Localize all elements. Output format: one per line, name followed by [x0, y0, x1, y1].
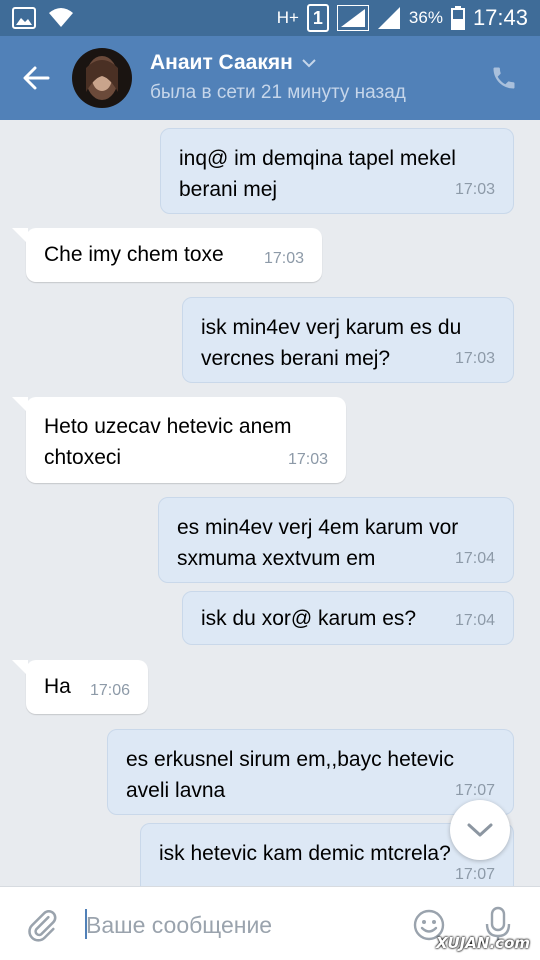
- signal-icon-2: [377, 6, 401, 30]
- message-time: 17:07: [454, 866, 495, 883]
- message-time: 17:06: [89, 682, 130, 699]
- avatar[interactable]: [72, 48, 132, 108]
- chevron-down-icon: [467, 823, 493, 837]
- back-arrow-icon: [23, 66, 50, 90]
- message-text: Heto uzecav hetevic anem chtoxeci: [44, 415, 292, 469]
- bubble-tail: [12, 660, 28, 676]
- message-time: 17:03: [263, 250, 304, 267]
- message-text: es erkusnel sirum em,,bayc hetevic aveli…: [126, 748, 454, 802]
- message-time: 17:03: [454, 181, 495, 198]
- call-button[interactable]: [488, 62, 520, 94]
- message-composer: XUJAN.com: [0, 886, 540, 960]
- message-outgoing[interactable]: es erkusnel sirum em,,bayc hetevic aveli…: [107, 729, 514, 815]
- message-outgoing[interactable]: isk du xor@ karum es? 17:04: [182, 591, 514, 645]
- chat-header: Анаит Саакян была в сети 21 минуту назад: [0, 36, 540, 120]
- message-outgoing[interactable]: es min4ev verj 4em karum vor sxmuma xext…: [158, 497, 514, 583]
- message-text: inq@ im demqina tapel mekel berani mej: [179, 147, 456, 201]
- battery-icon: [450, 6, 465, 30]
- battery-percent: 36%: [408, 8, 443, 27]
- message-input[interactable]: [86, 905, 386, 945]
- message-outgoing[interactable]: inq@ im demqina tapel mekel berani mej 1…: [160, 128, 514, 214]
- message-text: isk du xor@ karum es?: [201, 607, 417, 630]
- bubble-tail: [12, 397, 28, 413]
- network-type: H+: [276, 8, 299, 27]
- scroll-to-bottom-button[interactable]: [450, 800, 510, 860]
- message-time: 17:03: [287, 451, 328, 468]
- message-text: isk min4ev verj karum es du vercnes bera…: [201, 316, 462, 370]
- chevron-down-icon: [302, 59, 316, 68]
- message-incoming[interactable]: Heto uzecav hetevic anem chtoxeci 17:03: [26, 397, 346, 483]
- message-time: 17:03: [454, 350, 495, 367]
- contact-status: была в сети 21 минуту назад: [150, 82, 406, 103]
- back-button[interactable]: [16, 58, 56, 98]
- paperclip-icon: [28, 910, 57, 942]
- message-time: 17:04: [454, 550, 495, 567]
- message-outgoing[interactable]: isk min4ev verj karum es du vercnes bera…: [182, 297, 514, 383]
- message-time: 17:04: [454, 612, 495, 629]
- watermark: XUJAN.com: [435, 934, 530, 952]
- message-text: isk hetevic kam demic mtcrela?: [159, 842, 451, 865]
- gallery-icon: [12, 7, 36, 29]
- contact-name-row[interactable]: Анаит Саакян: [150, 51, 317, 75]
- sim-icon: 1: [306, 4, 329, 32]
- message-text: es min4ev verj 4em karum vor sxmuma xext…: [177, 516, 459, 570]
- message-incoming[interactable]: Che imy chem toxe 17:03: [26, 228, 322, 282]
- clock: 17:43: [472, 5, 528, 30]
- attach-button[interactable]: [22, 905, 62, 945]
- message-list[interactable]: inq@ im demqina tapel mekel berani mej 1…: [0, 120, 540, 886]
- phone-icon: [493, 67, 515, 89]
- message-incoming[interactable]: Ha 17:06: [26, 660, 148, 714]
- sim-number: 1: [312, 7, 323, 28]
- bubble-tail: [12, 228, 28, 244]
- wifi-icon: [48, 7, 74, 29]
- signal-icon: [336, 5, 369, 31]
- contact-name: Анаит Саакян: [150, 51, 293, 74]
- status-bar: H+ 1 36% 17:43: [0, 0, 540, 36]
